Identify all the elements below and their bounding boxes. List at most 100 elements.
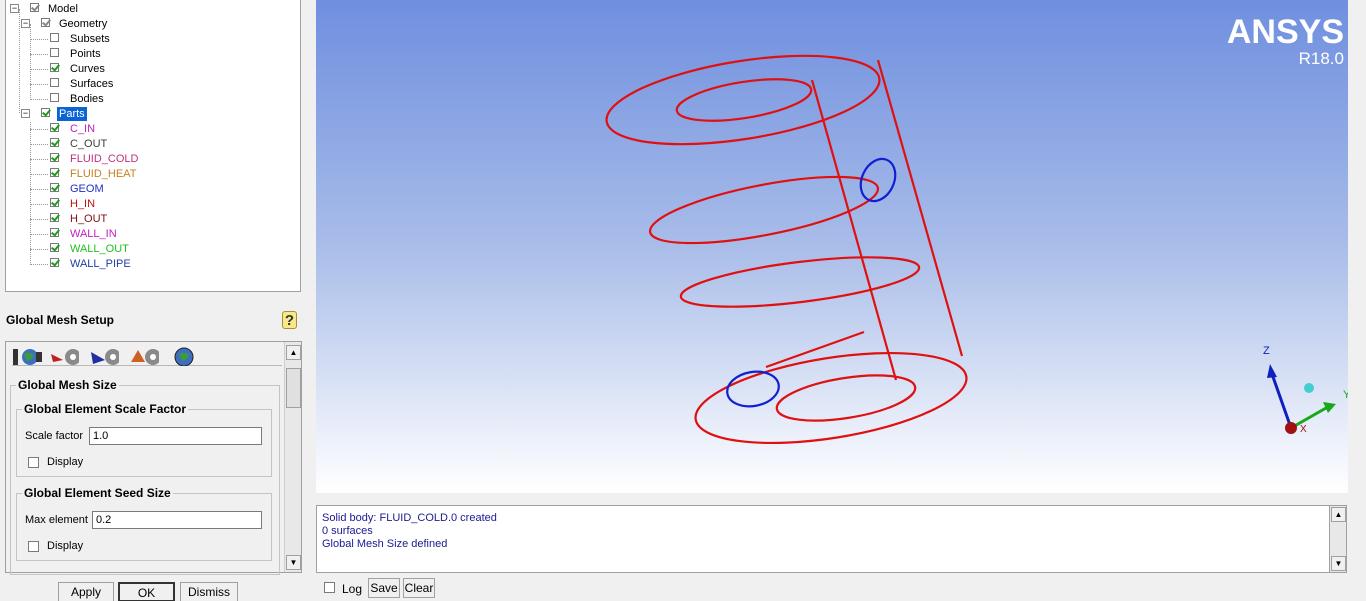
coil-lead-curve bbox=[765, 330, 865, 369]
tree-node-part[interactable]: C_OUT bbox=[30, 137, 230, 151]
scroll-thumb[interactable] bbox=[286, 368, 301, 408]
coil-curve-2 bbox=[679, 256, 921, 308]
group-title: Global Mesh Size bbox=[16, 378, 119, 392]
scale-display-label: Display bbox=[47, 456, 84, 468]
prism-meshing-icon[interactable] bbox=[129, 346, 159, 366]
scroll-down-icon[interactable]: ▼ bbox=[286, 555, 301, 570]
tree-node-label: H_IN bbox=[70, 198, 96, 210]
periodicity-icon[interactable] bbox=[172, 346, 202, 366]
collapse-icon[interactable]: − bbox=[21, 109, 30, 118]
seed-display-label: Display bbox=[47, 540, 84, 552]
message-line: Global Mesh Size defined bbox=[322, 538, 448, 550]
volume-meshing-icon[interactable] bbox=[89, 346, 119, 366]
shell-meshing-icon[interactable] bbox=[49, 346, 79, 366]
tree-line bbox=[30, 204, 48, 205]
visibility-checkbox[interactable] bbox=[50, 33, 59, 42]
visibility-checkbox[interactable] bbox=[50, 78, 59, 87]
visibility-checkbox[interactable] bbox=[50, 63, 59, 72]
tree-line bbox=[30, 84, 48, 85]
global-mesh-size-group: Global Mesh Size Global Element Scale Fa… bbox=[10, 378, 280, 575]
message-line: 0 surfaces bbox=[322, 525, 373, 537]
model-tree[interactable]: − Model − Geometry Subsets Points Curves Su… bbox=[5, 0, 301, 292]
clear-button[interactable]: Clear bbox=[403, 578, 435, 598]
visibility-checkbox[interactable] bbox=[50, 168, 59, 177]
scroll-down-icon[interactable]: ▼ bbox=[1331, 556, 1346, 571]
geometry-curves bbox=[605, 54, 968, 445]
visibility-checkbox[interactable] bbox=[50, 258, 59, 267]
tree-node-curves[interactable]: Curves bbox=[30, 62, 230, 76]
tree-node-label: Subsets bbox=[70, 33, 110, 45]
parts-checkbox[interactable] bbox=[41, 108, 50, 117]
tree-node-label: FLUID_HEAT bbox=[70, 168, 137, 180]
visibility-checkbox[interactable] bbox=[50, 153, 59, 162]
tree-node-part[interactable]: FLUID_COLD bbox=[30, 152, 230, 166]
tree-node-bodies[interactable]: Bodies bbox=[30, 92, 230, 106]
model-checkbox[interactable] bbox=[30, 3, 39, 12]
message-scrollbar[interactable]: ▲ ▼ bbox=[1329, 505, 1347, 573]
visibility-checkbox[interactable] bbox=[50, 48, 59, 57]
geometry-canvas[interactable]: Z Y X bbox=[316, 0, 1364, 493]
visibility-checkbox[interactable] bbox=[50, 243, 59, 252]
icem-cfd-window: − Model − Geometry Subsets Points Curves Su… bbox=[0, 0, 1366, 601]
tree-node-part[interactable]: WALL_IN bbox=[30, 227, 230, 241]
tree-node-points[interactable]: Points bbox=[30, 47, 230, 61]
scale-display-checkbox[interactable] bbox=[28, 457, 39, 468]
tree-node-part[interactable]: FLUID_HEAT bbox=[30, 167, 230, 181]
tree-line bbox=[30, 219, 48, 220]
max-element-input[interactable] bbox=[92, 511, 262, 529]
tree-node-part[interactable]: H_IN bbox=[30, 197, 230, 211]
tree-node-geometry[interactable]: − Geometry bbox=[21, 17, 221, 31]
visibility-checkbox[interactable] bbox=[50, 138, 59, 147]
tree-line bbox=[30, 189, 48, 190]
group-title: Global Element Scale Factor bbox=[22, 402, 189, 416]
top-inner-curve bbox=[675, 78, 813, 122]
tree-node-label: Parts bbox=[57, 107, 87, 121]
log-checkbox[interactable] bbox=[324, 582, 335, 593]
visibility-checkbox[interactable] bbox=[50, 93, 59, 102]
ok-button[interactable]: OK bbox=[118, 582, 175, 601]
panel-scrollbar[interactable]: ▲ ▼ bbox=[284, 342, 301, 572]
scroll-up-icon[interactable]: ▲ bbox=[1331, 507, 1346, 522]
message-toolbar: Log Save Clear bbox=[316, 576, 1347, 601]
tree-line bbox=[19, 9, 20, 113]
tree-node-label: WALL_PIPE bbox=[70, 258, 131, 270]
visibility-checkbox[interactable] bbox=[50, 123, 59, 132]
geometry-checkbox[interactable] bbox=[41, 18, 50, 27]
tree-line bbox=[30, 144, 48, 145]
message-window[interactable]: Solid body: FLUID_COLD.0 created 0 surfa… bbox=[316, 505, 1347, 573]
tree-node-part[interactable]: H_OUT bbox=[30, 212, 230, 226]
collapse-icon[interactable]: − bbox=[21, 19, 30, 28]
graphics-viewport[interactable]: ANSYS R18.0 Z Y X bbox=[316, 0, 1364, 493]
global-mesh-size-icon[interactable] bbox=[12, 346, 42, 366]
log-label: Log bbox=[342, 582, 363, 596]
global-mesh-setup-panel: Global Mesh Size Global Element Scale Fa… bbox=[5, 341, 302, 575]
tree-node-label: WALL_IN bbox=[70, 228, 117, 240]
tree-node-subsets[interactable]: Subsets bbox=[30, 32, 230, 46]
apply-button[interactable]: Apply bbox=[58, 582, 114, 601]
tree-node-parts[interactable]: − Parts bbox=[21, 107, 221, 121]
tree-line bbox=[30, 264, 48, 265]
tree-line bbox=[30, 234, 48, 235]
tree-node-surfaces[interactable]: Surfaces bbox=[30, 77, 230, 91]
visibility-checkbox[interactable] bbox=[50, 183, 59, 192]
scale-factor-input[interactable] bbox=[89, 427, 262, 445]
message-line: Solid body: FLUID_COLD.0 created bbox=[322, 512, 497, 524]
tree-line bbox=[30, 249, 48, 250]
seed-display-checkbox[interactable] bbox=[28, 541, 39, 552]
tree-line bbox=[30, 174, 48, 175]
collapse-icon[interactable]: − bbox=[10, 4, 19, 13]
visibility-checkbox[interactable] bbox=[50, 213, 59, 222]
scroll-up-icon[interactable]: ▲ bbox=[286, 345, 301, 360]
save-button[interactable]: Save bbox=[368, 578, 400, 598]
tree-node-label: Model bbox=[48, 3, 78, 15]
tree-node-part[interactable]: WALL_OUT bbox=[30, 242, 230, 256]
tree-node-model[interactable]: − Model bbox=[10, 2, 210, 16]
tree-node-part[interactable]: C_IN bbox=[30, 122, 230, 136]
tree-node-label: Points bbox=[70, 48, 101, 60]
visibility-checkbox[interactable] bbox=[50, 228, 59, 237]
visibility-checkbox[interactable] bbox=[50, 198, 59, 207]
tree-node-part[interactable]: GEOM bbox=[30, 182, 230, 196]
tree-node-part[interactable]: WALL_PIPE bbox=[30, 257, 230, 271]
help-icon[interactable]: ? bbox=[282, 311, 297, 329]
dismiss-button[interactable]: Dismiss bbox=[180, 582, 238, 601]
